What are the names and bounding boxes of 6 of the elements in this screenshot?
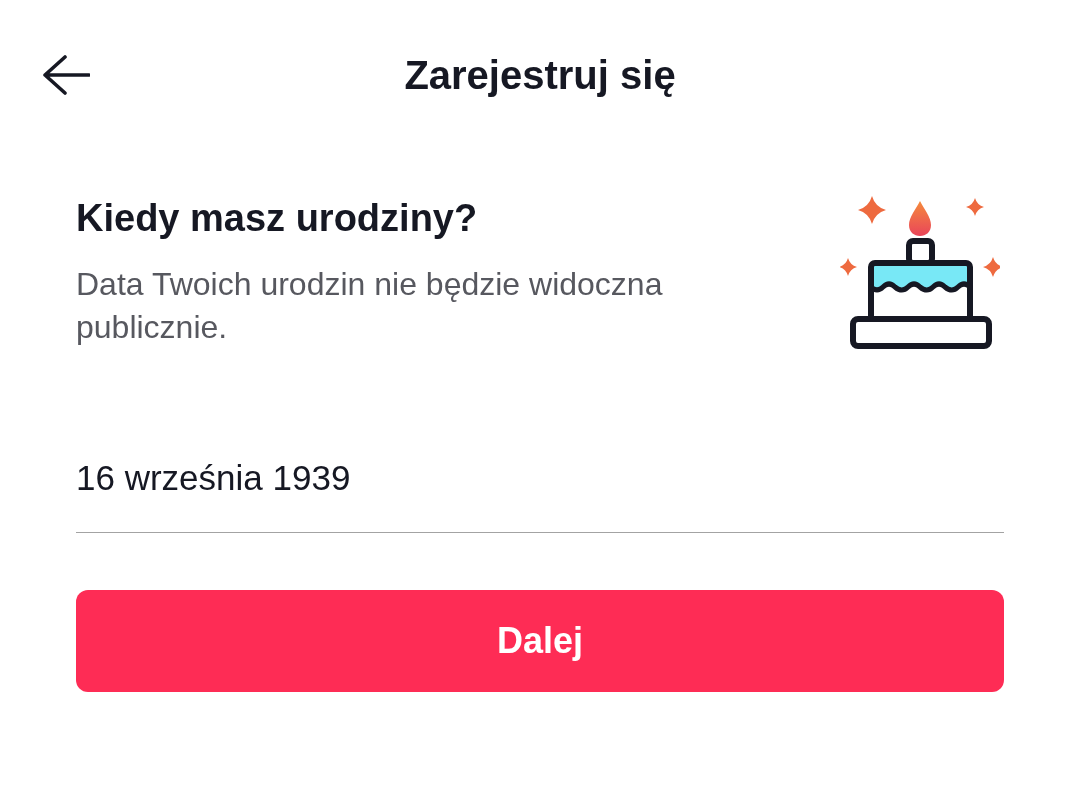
back-arrow-icon[interactable]: [42, 55, 90, 95]
birthday-field[interactable]: 16 września 1939: [76, 453, 1004, 533]
question-subtitle: Data Twoich urodzin nie będzie widoczna publicznie.: [76, 265, 664, 347]
question-heading: Kiedy masz urodziny?: [76, 196, 479, 241]
page-title: Zarejestruj się: [404, 52, 676, 99]
next-button[interactable]: Dalej: [76, 590, 1004, 692]
